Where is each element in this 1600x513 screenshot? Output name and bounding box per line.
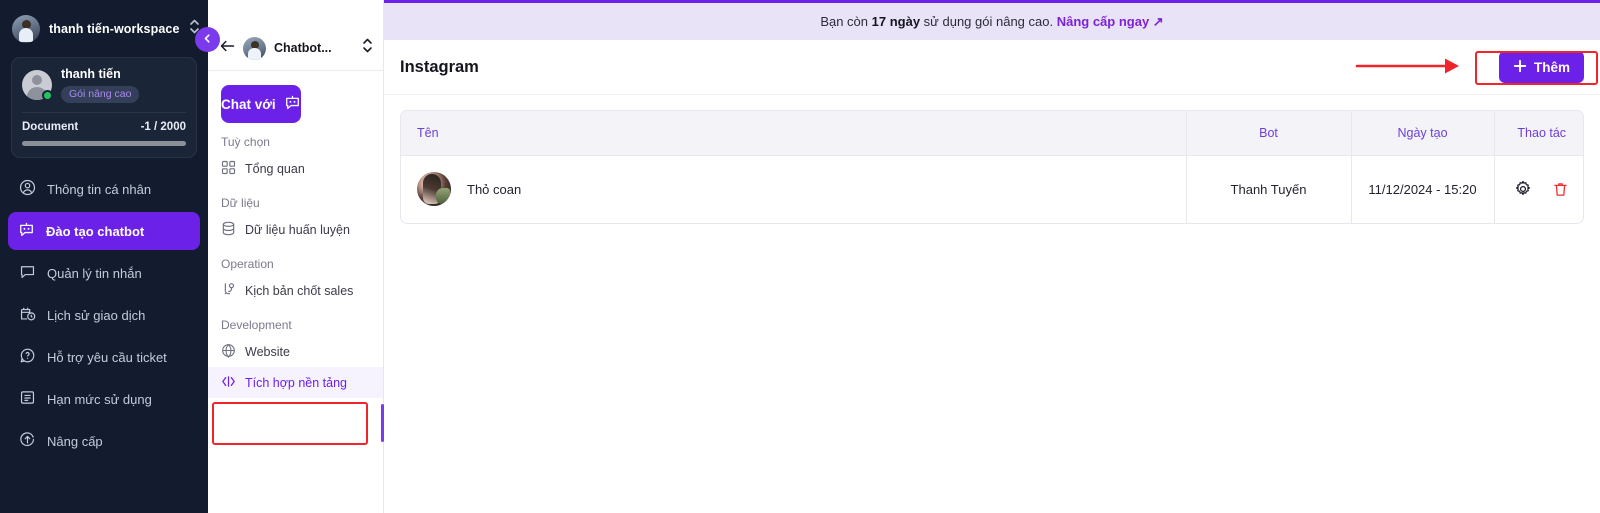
document-label: Document — [22, 121, 79, 133]
trial-banner: Bạn còn 17 ngày sử dụng gói nâng cao. Nâ… — [384, 0, 1600, 40]
column-header-thao-tac: Thao tác — [1494, 111, 1583, 156]
add-button[interactable]: Thêm — [1498, 51, 1584, 83]
plan-card: thanh tiến Gói nâng cao Document -1 / 20… — [11, 57, 197, 158]
panel-group-development: Development Website Tích hợp nền tảng — [208, 318, 383, 398]
table-row[interactable]: Thỏ coan Thanh Tuyến 11/12/2024 - 15:20 — [401, 155, 1583, 223]
online-status-dot — [42, 90, 53, 101]
panel-item-label: Tổng quan — [245, 161, 305, 176]
sidebar-collapse-button[interactable] — [195, 27, 220, 52]
panel-group-du-lieu: Dữ liệu Dữ liệu huấn luyện — [208, 196, 383, 245]
grid-icon — [221, 160, 236, 178]
sidebar-item-label: Thông tin cá nhân — [47, 181, 152, 197]
panel-item-kich-ban-chot-sales[interactable]: Kịch bản chốt sales — [208, 275, 383, 306]
annotation-highlight-box-nav — [212, 402, 368, 445]
page-title: Instagram — [400, 57, 479, 76]
cell-bot: Thanh Tuyến — [1186, 155, 1352, 223]
divider — [22, 112, 186, 113]
panel-item-website[interactable]: Website — [208, 336, 383, 367]
robot-icon — [18, 221, 35, 241]
code-brackets-icon — [221, 374, 236, 392]
flow-branch-icon — [221, 282, 236, 300]
robot-icon — [284, 94, 301, 114]
workspace-avatar — [12, 14, 40, 43]
sidebar-item-han-muc-su-dung[interactable]: Hạn mức sử dụng — [9, 380, 199, 418]
sidebar-item-label: Hỗ trợ yêu cầu ticket — [47, 349, 167, 365]
chevron-left-icon — [202, 31, 213, 49]
plus-icon — [1513, 59, 1527, 76]
chatbot-panel-header: Chatbot... — [208, 26, 383, 71]
sort-vertical-icon[interactable] — [362, 38, 373, 58]
sidebar-nav: Thông tin cá nhân Đào tạo chatbot Quản l… — [0, 170, 208, 460]
group-label: Tuỳ chọn — [221, 135, 270, 149]
chat-button-label: Chat với — [221, 96, 276, 112]
sidebar-item-label: Lịch sử giao dịch — [47, 307, 146, 323]
integrations-table: Tên Bot Ngày tạo Thao tác Thỏ coan Thanh… — [400, 110, 1584, 224]
upgrade-now-link[interactable]: Nâng cấp ngay ↗ — [1057, 14, 1164, 29]
cell-actions — [1494, 156, 1583, 223]
chatbot-sidebar: Chatbot... Chat với Tuỳ chọn Tổng quan D… — [208, 0, 384, 513]
user-name: thanh tiến — [61, 67, 121, 81]
cell-created: 11/12/2024 - 15:20 — [1351, 155, 1495, 223]
banner-middle: sử dụng gói nâng cao. — [920, 13, 1057, 29]
list-box-icon — [19, 389, 36, 409]
trial-banner-text: Bạn còn 17 ngày sử dụng gói nâng cao. Nâ… — [820, 14, 1163, 30]
row-name-label: Thỏ coan — [467, 181, 522, 197]
panel-item-du-lieu-huan-luyen[interactable]: Dữ liệu huấn luyện — [208, 214, 383, 245]
gear-icon[interactable] — [1514, 180, 1532, 198]
page-header: Instagram Thêm — [384, 40, 1600, 95]
arrow-left-icon[interactable] — [220, 39, 235, 58]
panel-item-tong-quan[interactable]: Tổng quan — [208, 153, 383, 184]
sidebar-item-label: Hạn mức sử dụng — [47, 391, 152, 407]
globe-icon — [221, 343, 236, 361]
panel-item-label: Dữ liệu huấn luyện — [245, 222, 350, 237]
chat-with-bot-button[interactable]: Chat với — [221, 85, 301, 123]
sidebar-item-thong-tin-ca-nhan[interactable]: Thông tin cá nhân — [9, 170, 199, 208]
app-root: thanh tiến-workspace thanh tiến Gói nâng… — [0, 0, 1600, 513]
banner-prefix: Bạn còn — [820, 13, 872, 29]
cell-name: Thỏ coan — [401, 155, 1187, 223]
sidebar-item-label: Nâng cấp — [47, 433, 103, 449]
upgrade-arrow-icon — [19, 431, 36, 451]
panel-item-label: Website — [245, 344, 290, 359]
calendar-clock-icon — [19, 305, 36, 325]
column-header-ten: Tên — [401, 111, 1187, 156]
add-button-label: Thêm — [1533, 59, 1570, 75]
plan-badge: Gói nâng cao — [61, 86, 140, 103]
sidebar-item-label: Đào tạo chatbot — [46, 223, 145, 239]
question-chat-icon — [19, 347, 36, 367]
panel-item-tich-hop-nen-tang[interactable]: Tích hợp nền tảng — [208, 367, 383, 398]
panel-item-label: Kịch bản chốt sales — [245, 283, 354, 298]
message-icon — [19, 263, 36, 283]
sidebar-item-label: Quản lý tin nhắn — [47, 265, 142, 281]
table-header-row: Tên Bot Ngày tạo Thao tác — [401, 111, 1583, 156]
column-header-ngay-tao: Ngày tạo — [1351, 111, 1495, 156]
document-progress-bar — [22, 141, 186, 146]
sidebar-item-ho-tro-yeu-cau-ticket[interactable]: Hỗ trợ yêu cầu ticket — [9, 338, 199, 376]
sidebar-item-dao-tao-chatbot[interactable]: Đào tạo chatbot — [8, 212, 200, 250]
user-avatar — [22, 70, 53, 101]
left-sidebar: thanh tiến-workspace thanh tiến Gói nâng… — [0, 0, 220, 513]
group-label: Dữ liệu — [221, 196, 260, 210]
main-content: Bạn còn 17 ngày sử dụng gói nâng cao. Nâ… — [384, 0, 1600, 513]
panel-group-operation: Operation Kịch bản chốt sales — [208, 257, 383, 306]
user-circle-icon — [19, 179, 36, 199]
document-count: -1 / 2000 — [140, 121, 186, 133]
workspace-name: thanh tiến-workspace — [49, 21, 180, 36]
chatbot-name: Chatbot... — [274, 41, 332, 55]
panel-group-tuy-chon: Tuỳ chọn Tổng quan — [208, 135, 383, 184]
group-label: Operation — [221, 257, 274, 271]
panel-item-label: Tích hợp nền tảng — [245, 375, 348, 390]
workspace-header[interactable]: thanh tiến-workspace — [0, 0, 208, 55]
sidebar-item-quan-ly-tin-nhan[interactable]: Quản lý tin nhắn — [9, 254, 199, 292]
group-label: Development — [221, 318, 292, 332]
banner-days: 17 ngày — [871, 13, 921, 29]
sidebar-item-lich-su-giao-dich[interactable]: Lịch sử giao dịch — [9, 296, 199, 334]
database-icon — [221, 221, 236, 239]
column-header-bot: Bot — [1186, 111, 1352, 156]
chatbot-avatar — [243, 36, 266, 60]
avatar — [417, 172, 451, 207]
trash-icon[interactable] — [1552, 181, 1569, 198]
sidebar-item-nang-cap[interactable]: Nâng cấp — [9, 422, 199, 460]
